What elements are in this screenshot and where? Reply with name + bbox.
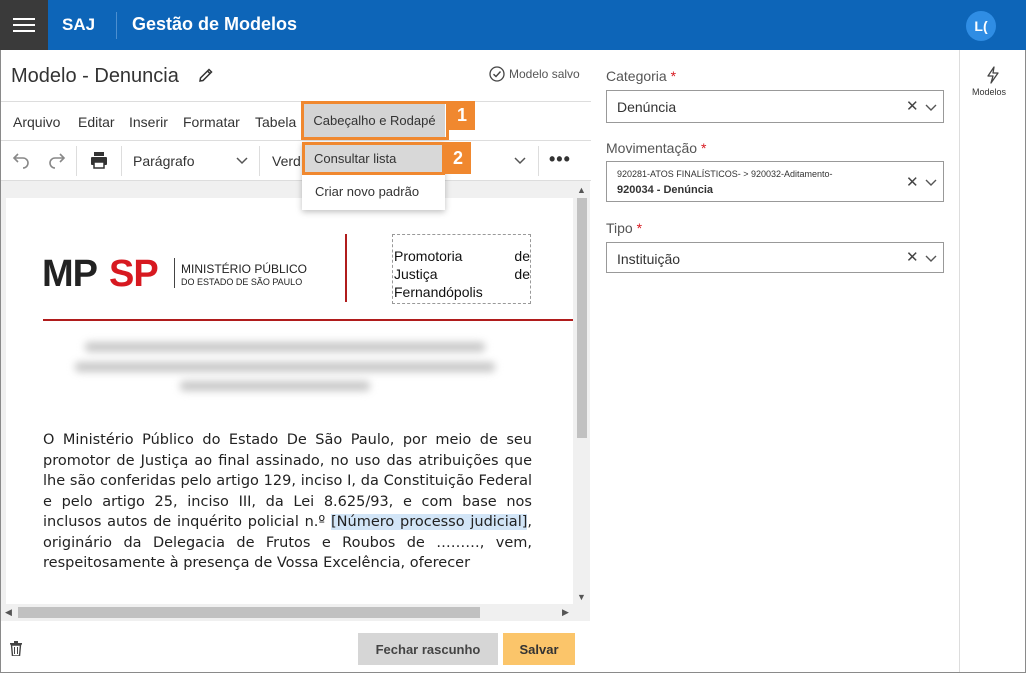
process-number-placeholder[interactable]: [Número processo judicial] bbox=[331, 514, 528, 530]
clear-icon[interactable]: ✕ bbox=[906, 173, 919, 191]
vertical-scroll-thumb[interactable] bbox=[577, 198, 587, 438]
logo-line1: MINISTÉRIO PÚBLICO bbox=[181, 262, 308, 276]
tipo-label: Tipo * bbox=[606, 220, 642, 236]
header-text-box[interactable]: Promotoria de Justiça de Fernandópolis bbox=[392, 234, 531, 304]
document-title: Modelo - Denuncia bbox=[11, 65, 179, 87]
trash-icon[interactable] bbox=[9, 641, 23, 656]
print-icon[interactable] bbox=[89, 150, 109, 170]
more-options-icon[interactable]: ••• bbox=[549, 149, 571, 170]
callout-box-2 bbox=[302, 142, 445, 175]
font-family-select[interactable]: Verd bbox=[272, 153, 301, 169]
brand-label[interactable]: SAJ bbox=[62, 15, 95, 35]
scroll-left-arrow-icon[interactable]: ◀ bbox=[5, 607, 12, 618]
chevron-down-icon[interactable] bbox=[514, 154, 526, 166]
chevron-down-icon[interactable] bbox=[925, 101, 937, 113]
undo-icon[interactable] bbox=[11, 149, 31, 169]
chevron-down-icon[interactable] bbox=[925, 176, 937, 188]
header-box-word: de bbox=[514, 248, 530, 264]
close-draft-button[interactable]: Fechar rascunho bbox=[358, 633, 498, 665]
menu-editar[interactable]: Editar bbox=[78, 114, 115, 130]
hamburger-menu-icon[interactable] bbox=[0, 0, 48, 50]
menu-arquivo[interactable]: Arquivo bbox=[13, 114, 60, 130]
movimentacao-label-text: Movimentação bbox=[606, 140, 698, 156]
saved-status-label: Modelo salvo bbox=[509, 67, 580, 81]
edit-pencil-icon[interactable] bbox=[197, 66, 215, 84]
callout-number-1: 1 bbox=[449, 101, 475, 130]
user-avatar[interactable]: L( bbox=[966, 11, 996, 41]
horizontal-scroll-thumb[interactable] bbox=[18, 607, 480, 618]
tipo-select[interactable]: Instituição ✕ bbox=[606, 242, 944, 273]
lightning-icon[interactable] bbox=[985, 66, 1001, 84]
scroll-right-arrow-icon[interactable]: ▶ bbox=[562, 607, 569, 618]
header-red-rule bbox=[43, 319, 573, 321]
modelos-sidebar-label[interactable]: Modelos bbox=[972, 87, 1006, 97]
clear-icon[interactable]: ✕ bbox=[906, 97, 919, 115]
redo-icon[interactable] bbox=[47, 149, 67, 169]
required-mark: * bbox=[636, 220, 643, 236]
menu-tabela[interactable]: Tabela bbox=[255, 114, 296, 130]
toolbar-divider bbox=[259, 146, 260, 176]
logo-mp: MP bbox=[42, 253, 98, 295]
categoria-label: Categoria * bbox=[606, 68, 676, 84]
categoria-value: Denúncia bbox=[617, 99, 677, 115]
categoria-label-text: Categoria bbox=[606, 68, 667, 84]
tipo-label-text: Tipo bbox=[606, 220, 633, 236]
chevron-down-icon[interactable] bbox=[925, 252, 937, 264]
scroll-down-arrow-icon[interactable]: ▼ bbox=[577, 592, 586, 602]
movimentacao-value: 920034 - Denúncia bbox=[617, 184, 713, 196]
saved-status: Modelo salvo bbox=[489, 66, 580, 82]
logo-line2: DO ESTADO DE SÃO PAULO bbox=[181, 277, 303, 287]
header-red-divider bbox=[345, 234, 347, 302]
app-title: Gestão de Modelos bbox=[132, 14, 298, 34]
movimentacao-label: Movimentação * bbox=[606, 140, 706, 156]
movimentacao-select[interactable]: 920281-ATOS FINALÍSTICOS- > 920032-Adita… bbox=[606, 161, 944, 202]
header-divider bbox=[116, 12, 117, 39]
document-body-text[interactable]: O Ministério Público do Estado De São Pa… bbox=[43, 430, 532, 574]
categoria-select[interactable]: Denúncia ✕ bbox=[606, 90, 944, 123]
callout-number-2: 2 bbox=[445, 142, 471, 174]
toolbar-divider bbox=[76, 146, 77, 176]
menu-inserir[interactable]: Inserir bbox=[129, 114, 168, 130]
check-circle-icon bbox=[489, 66, 505, 82]
scroll-up-arrow-icon[interactable]: ▲ bbox=[577, 185, 586, 195]
clear-icon[interactable]: ✕ bbox=[906, 248, 919, 266]
save-button[interactable]: Salvar bbox=[503, 633, 575, 665]
chevron-down-icon[interactable] bbox=[236, 154, 248, 166]
paragraph-style-select[interactable]: Parágrafo bbox=[133, 153, 194, 169]
blurred-heading-line bbox=[85, 342, 485, 352]
header-box-word: Justiça bbox=[394, 266, 438, 282]
header-box-word: Promotoria bbox=[394, 248, 463, 264]
dropdown-item-criar-novo-padrao[interactable]: Criar novo padrão bbox=[315, 184, 419, 199]
logo-sp: SP bbox=[109, 253, 159, 295]
required-mark: * bbox=[670, 68, 677, 84]
blurred-heading-line bbox=[180, 381, 370, 391]
header-box-word: Fernandópolis bbox=[394, 284, 483, 300]
required-mark: * bbox=[700, 140, 707, 156]
menu-formatar[interactable]: Formatar bbox=[183, 114, 240, 130]
blurred-heading-line bbox=[75, 362, 495, 372]
header-box-word: de bbox=[514, 266, 530, 282]
toolbar-divider bbox=[538, 146, 539, 176]
tipo-value: Instituição bbox=[617, 251, 681, 267]
right-sidebar-divider bbox=[959, 50, 960, 672]
logo-divider bbox=[174, 258, 175, 288]
callout-box-1 bbox=[301, 101, 449, 140]
movimentacao-path: 920281-ATOS FINALÍSTICOS- > 920032-Adita… bbox=[617, 169, 833, 179]
toolbar-divider bbox=[121, 146, 122, 176]
